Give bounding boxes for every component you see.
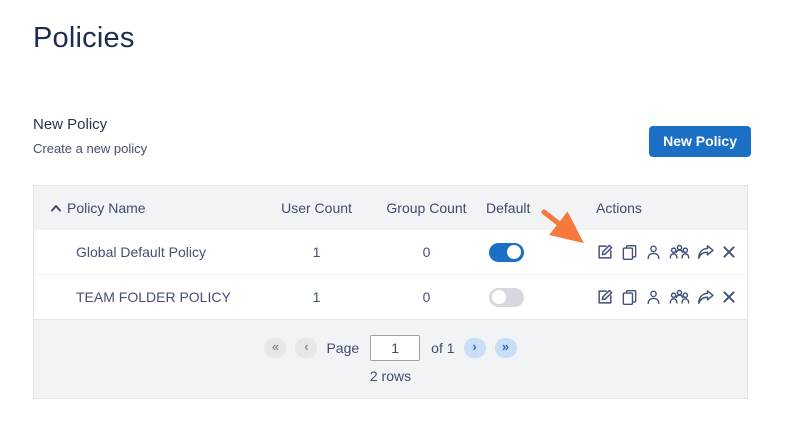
default-toggle[interactable]: [489, 242, 524, 262]
toggle-knob: [507, 245, 521, 259]
last-page-button[interactable]: »: [494, 337, 517, 358]
new-policy-subheading: Create a new policy: [33, 141, 148, 156]
pagination: « ‹ Page of 1 › »: [264, 334, 517, 361]
column-header-group-count[interactable]: Group Count: [369, 200, 484, 216]
assign-user-icon[interactable]: [645, 244, 662, 261]
column-label: Policy Name: [67, 199, 146, 216]
next-page-button[interactable]: ›: [463, 337, 486, 358]
group-count-cell: 0: [422, 289, 431, 305]
prev-page-button[interactable]: ‹: [295, 337, 318, 358]
new-policy-button[interactable]: New Policy: [649, 126, 751, 157]
column-header-policy-name[interactable]: Policy Name: [34, 200, 264, 216]
edit-icon[interactable]: [596, 288, 614, 306]
share-icon[interactable]: [697, 289, 715, 306]
table-row: TEAM FOLDER POLICY 1 0: [34, 274, 747, 319]
table-footer: « ‹ Page of 1 › » 2 rows: [34, 319, 747, 398]
copy-icon[interactable]: [621, 289, 638, 306]
page-label: Page: [326, 339, 360, 356]
default-toggle[interactable]: [489, 287, 524, 307]
first-page-button[interactable]: «: [264, 337, 287, 358]
page-title: Policies: [33, 22, 135, 54]
toggle-knob: [492, 290, 506, 304]
table-row: Global Default Policy 1 0: [34, 229, 747, 274]
copy-icon[interactable]: [621, 244, 638, 261]
assign-user-icon[interactable]: [645, 289, 662, 306]
assign-group-icon[interactable]: [669, 244, 690, 260]
new-policy-section: New Policy Create a new policy: [33, 116, 147, 156]
actions-cell: [594, 288, 749, 306]
page-number-input[interactable]: [370, 334, 421, 361]
delete-x-icon[interactable]: [722, 290, 736, 304]
user-count-cell: 1: [312, 289, 321, 305]
policy-name-cell: Global Default Policy: [76, 244, 206, 260]
user-count-cell: 1: [312, 244, 321, 260]
new-policy-heading: New Policy: [33, 116, 108, 133]
page-of-label: of 1: [431, 339, 455, 356]
table-header-row: Policy Name User Count Group Count Defau…: [34, 186, 747, 229]
share-icon[interactable]: [697, 244, 715, 261]
policies-page: Policies New Policy Create a new policy …: [0, 0, 798, 432]
column-header-user-count[interactable]: User Count: [264, 200, 369, 216]
group-count-cell: 0: [422, 244, 431, 260]
column-header-actions: Actions: [596, 199, 642, 216]
policy-name-cell: TEAM FOLDER POLICY: [76, 289, 231, 305]
rows-summary: 2 rows: [369, 367, 412, 384]
chevron-up-icon[interactable]: [50, 200, 62, 216]
actions-cell: [594, 243, 749, 261]
delete-x-icon[interactable]: [722, 245, 736, 259]
column-header-default[interactable]: Default: [484, 200, 594, 216]
assign-group-icon[interactable]: [669, 289, 690, 305]
policies-table: Policy Name User Count Group Count Defau…: [33, 185, 748, 399]
edit-icon[interactable]: [596, 243, 614, 261]
